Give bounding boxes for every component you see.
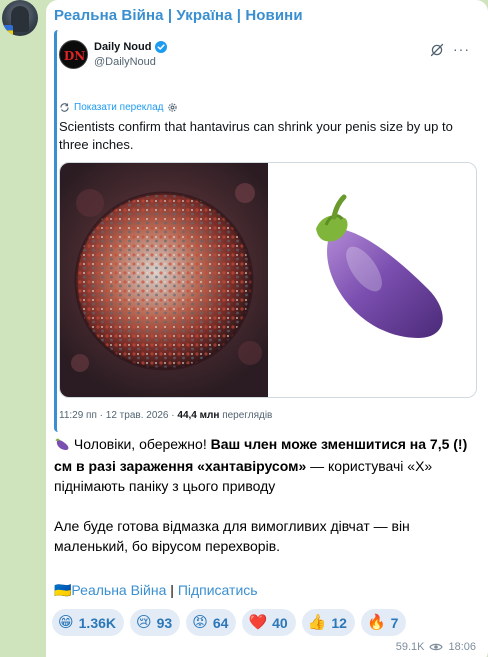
tweet-meta: 11:29 пп · 12 трав. 2026 · 44,4 млн пере… [59,410,272,421]
translate-icon [60,103,69,112]
reaction-thumbs-up[interactable]: 👍 12 [301,609,355,636]
reactions-bar: 😁 1.36K 😢 93 😡 64 ❤️ 40 👍 12 🔥 7 [52,609,407,636]
tweet-author-name[interactable]: Daily Noud [94,41,168,53]
grok-icon[interactable] [430,43,444,57]
eggplant-image[interactable] [268,163,476,397]
post-footer: 🇺🇦Реальна Війна | Підписатись [54,582,258,599]
message-time: 18:06 [448,641,476,653]
channel-title[interactable]: Реальна Війна | Україна | Новини [54,7,303,24]
post-p1-plain1: Чоловіки, обережно! [70,436,211,452]
svg-text:DN: DN [64,49,85,63]
cry-emoji-icon: 😢 [136,614,152,631]
avatar-figure [11,6,29,32]
tweet-views-label: переглядів [219,410,273,421]
grin-emoji-icon: 😁 [58,614,74,631]
tweet-author-avatar[interactable]: DN [59,40,88,69]
more-options-icon[interactable]: ··· [453,42,470,56]
eggplant-emoji [316,194,443,338]
reaction-fire[interactable]: 🔥 7 [360,609,407,636]
virus-image[interactable] [60,163,268,397]
tweet-author-name-text: Daily Noud [94,41,152,53]
tweet-media[interactable] [59,162,477,398]
channel-link[interactable]: 🇺🇦Реальна Війна [54,582,166,598]
reaction-count: 40 [272,614,288,631]
reaction-cry[interactable]: 😢 93 [130,609,181,636]
subscribe-link[interactable]: Підписатись [178,582,258,598]
reaction-count: 93 [156,614,173,631]
gear-icon [168,103,178,112]
tweet-embed[interactable]: DN Daily Noud @DailyNoud ··· Показати пе… [54,30,480,432]
ukraine-flag-icon [2,25,13,36]
tweet-time: 11:29 пп · 12 трав. 2026 · [59,410,178,421]
reaction-grin[interactable]: 😁 1.36K [52,609,124,636]
translate-link[interactable]: Показати переклад [59,102,178,113]
post-paragraph-1: Чоловіки, обережно! Ваш член може зменши… [54,434,474,496]
eggplant-emoji [54,436,70,456]
reaction-count: 1.36K [78,614,116,631]
heart-emoji-icon: ❤️ [248,614,268,631]
tweet-text: Scientists confirm that hantavirus can s… [59,119,453,152]
reaction-count: 12 [331,614,347,631]
tweet-author-handle[interactable]: @DailyNoud [94,56,156,68]
thumbs-up-emoji-icon: 👍 [307,614,327,631]
post-paragraph-2: Але буде готова відмазка для вимогливих … [54,518,410,554]
translate-label: Показати переклад [74,102,164,113]
reaction-count: 7 [390,614,399,631]
verified-badge-icon [155,41,168,53]
reaction-count: 64 [212,614,229,631]
eye-icon [429,643,444,651]
post-text: Чоловіки, обережно! Ваш член може зменши… [54,434,474,556]
footer-separator: | [166,582,178,598]
message-bubble: Реальна Війна | Україна | Новини DN Dail… [46,0,488,657]
reaction-angry[interactable]: 😡 64 [186,609,237,636]
angry-emoji-icon: 😡 [192,614,208,631]
tweet-views-count: 44,4 млн [177,410,220,421]
message-meta: 59.1K 18:06 [396,641,476,653]
channel-avatar[interactable] [2,0,38,36]
fire-emoji-icon: 🔥 [366,614,386,631]
view-count: 59.1K [395,641,425,653]
reaction-heart[interactable]: ❤️ 40 [242,609,296,636]
